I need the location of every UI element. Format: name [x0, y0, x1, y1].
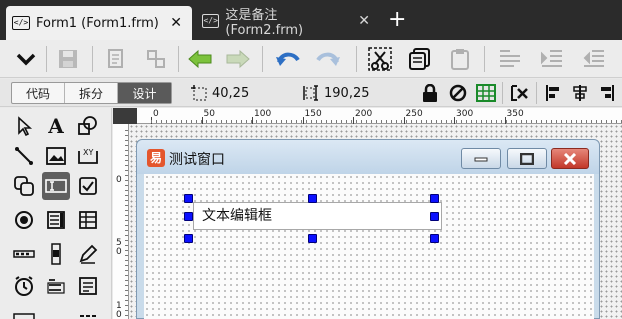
tab-bar: </> Form1 (Form1.frm) ✕ </> 这是备注 (Form2.… — [0, 0, 622, 40]
ruler-label: 50 — [203, 109, 215, 119]
size-readout: 190,25 — [302, 84, 370, 102]
vertical-ruler: 0 5 0 1 0 — [113, 124, 129, 319]
resize-handle[interactable] — [184, 212, 193, 221]
paste-icon[interactable] — [446, 45, 474, 73]
ruler-label: 300 — [456, 109, 474, 119]
no-symbol-icon[interactable] — [448, 83, 468, 103]
resize-handle[interactable] — [308, 194, 317, 203]
tab-form1[interactable]: </> Form1 (Form1.frm) ✕ — [6, 6, 192, 40]
duplicate-icon[interactable] — [142, 45, 170, 73]
outdent-icon[interactable] — [580, 45, 608, 73]
line-tool-icon[interactable] — [10, 142, 38, 170]
group-tool-icon[interactable] — [10, 172, 38, 200]
control-palette: A XY — [0, 108, 112, 319]
label-tool-icon[interactable]: A — [42, 112, 70, 140]
resize-handle[interactable] — [184, 234, 193, 243]
text-align-icon[interactable] — [496, 45, 524, 73]
lock-icon[interactable] — [420, 83, 440, 103]
add-tab-button[interactable]: + — [388, 8, 406, 32]
view-mode-switch: 代码 拆分 设计 — [11, 82, 172, 104]
position-icon — [191, 85, 207, 101]
position-readout: 40,25 — [190, 84, 249, 102]
form-client-area[interactable]: 文本编辑框 — [144, 174, 594, 319]
code-file-icon: </> — [12, 16, 30, 30]
close-button[interactable] — [551, 148, 589, 169]
more-tool-icon[interactable] — [10, 304, 38, 319]
ruler-label: 250 — [405, 109, 423, 119]
mode-bar: 代码 拆分 设计 40,25 190,25 — [0, 79, 622, 107]
resize-handle[interactable] — [430, 194, 439, 203]
ruler-label: 350 — [506, 109, 524, 119]
memo-tool-icon[interactable] — [74, 272, 102, 300]
forward-arrow-icon[interactable] — [224, 45, 252, 73]
main-toolbar — [0, 40, 622, 78]
position-value: 40,25 — [212, 85, 250, 101]
indent-icon[interactable] — [538, 45, 566, 73]
horizontal-ruler: 0 50 100 150 200 250 300 350 — [137, 108, 622, 124]
ruler-label: 0 — [116, 175, 122, 185]
image-tool-icon[interactable] — [42, 142, 70, 170]
mode-split[interactable]: 拆分 — [65, 83, 118, 103]
close-icon[interactable]: ✕ — [354, 13, 374, 29]
mode-design[interactable]: 设计 — [118, 83, 171, 103]
textbox-xy-tool-icon[interactable]: XY — [74, 142, 102, 170]
ruler-label: 5 0 — [116, 238, 122, 257]
tab-form2[interactable]: </> 这是备注 (Form2.frm) ✕ — [196, 6, 380, 38]
tab-label: 这是备注 (Form2.frm) — [225, 8, 304, 38]
copy-doc-icon[interactable] — [102, 45, 130, 73]
close-icon[interactable]: ✕ — [166, 15, 186, 31]
table-tool-icon[interactable] — [74, 206, 102, 234]
grid-icon[interactable] — [476, 83, 496, 103]
size-icon — [303, 85, 318, 101]
chevron-down-icon[interactable] — [12, 45, 40, 73]
grid-control-icon[interactable] — [74, 304, 102, 319]
tab-label: Form1 (Form1.frm) — [36, 15, 159, 31]
form-titlebar[interactable]: 易 测试窗口 — [137, 140, 599, 174]
ruler-label: 200 — [355, 109, 373, 119]
listbox-tool-icon[interactable] — [42, 206, 70, 234]
shape-tool-icon[interactable] — [74, 112, 102, 140]
cut-icon[interactable] — [366, 45, 394, 73]
undo-icon[interactable] — [274, 45, 302, 73]
checkbox-tool-icon[interactable] — [74, 172, 102, 200]
pen-tool-icon[interactable] — [74, 240, 102, 268]
combobox-tool-icon[interactable] — [42, 272, 70, 300]
redo-icon[interactable] — [314, 45, 342, 73]
ruler-label: 150 — [304, 109, 322, 119]
align-right-icon[interactable] — [596, 83, 616, 103]
size-value: 190,25 — [324, 85, 370, 101]
pointer-tool-icon[interactable] — [10, 112, 38, 140]
back-arrow-icon[interactable] — [186, 45, 214, 73]
save-icon[interactable] — [54, 45, 82, 73]
app-icon: 易 — [147, 149, 165, 167]
svg-text:XY: XY — [83, 148, 93, 157]
ide-window: </> Form1 (Form1.frm) ✕ </> 这是备注 (Form2.… — [0, 0, 622, 319]
form-window[interactable]: 易 测试窗口 文本编辑框 — [136, 139, 600, 319]
copy-icon[interactable] — [406, 45, 434, 73]
code-file-icon: </> — [202, 14, 220, 28]
delete-control-icon[interactable] — [510, 83, 530, 103]
align-center-icon[interactable] — [570, 83, 590, 103]
radio-tool-icon[interactable] — [10, 206, 38, 234]
ruler-label: 1 0 — [116, 301, 122, 319]
form-title: 测试窗口 — [169, 152, 225, 168]
minimize-button[interactable] — [461, 148, 501, 169]
ruler-label: 100 — [254, 109, 272, 119]
maximize-button[interactable] — [507, 148, 547, 169]
textbox-tool-icon[interactable] — [42, 172, 70, 200]
ruler-label: 0 — [153, 109, 159, 119]
textbox-control[interactable]: 文本编辑框 — [193, 202, 442, 230]
progress-tool-icon[interactable] — [10, 240, 38, 268]
scrollbar-tool-icon[interactable] — [42, 240, 70, 268]
resize-handle[interactable] — [430, 234, 439, 243]
resize-handle[interactable] — [308, 234, 317, 243]
resize-handle[interactable] — [184, 194, 193, 203]
align-left-icon[interactable] — [544, 83, 564, 103]
timer-tool-icon[interactable] — [10, 272, 38, 300]
mode-code[interactable]: 代码 — [12, 83, 65, 103]
resize-handle[interactable] — [430, 212, 439, 221]
